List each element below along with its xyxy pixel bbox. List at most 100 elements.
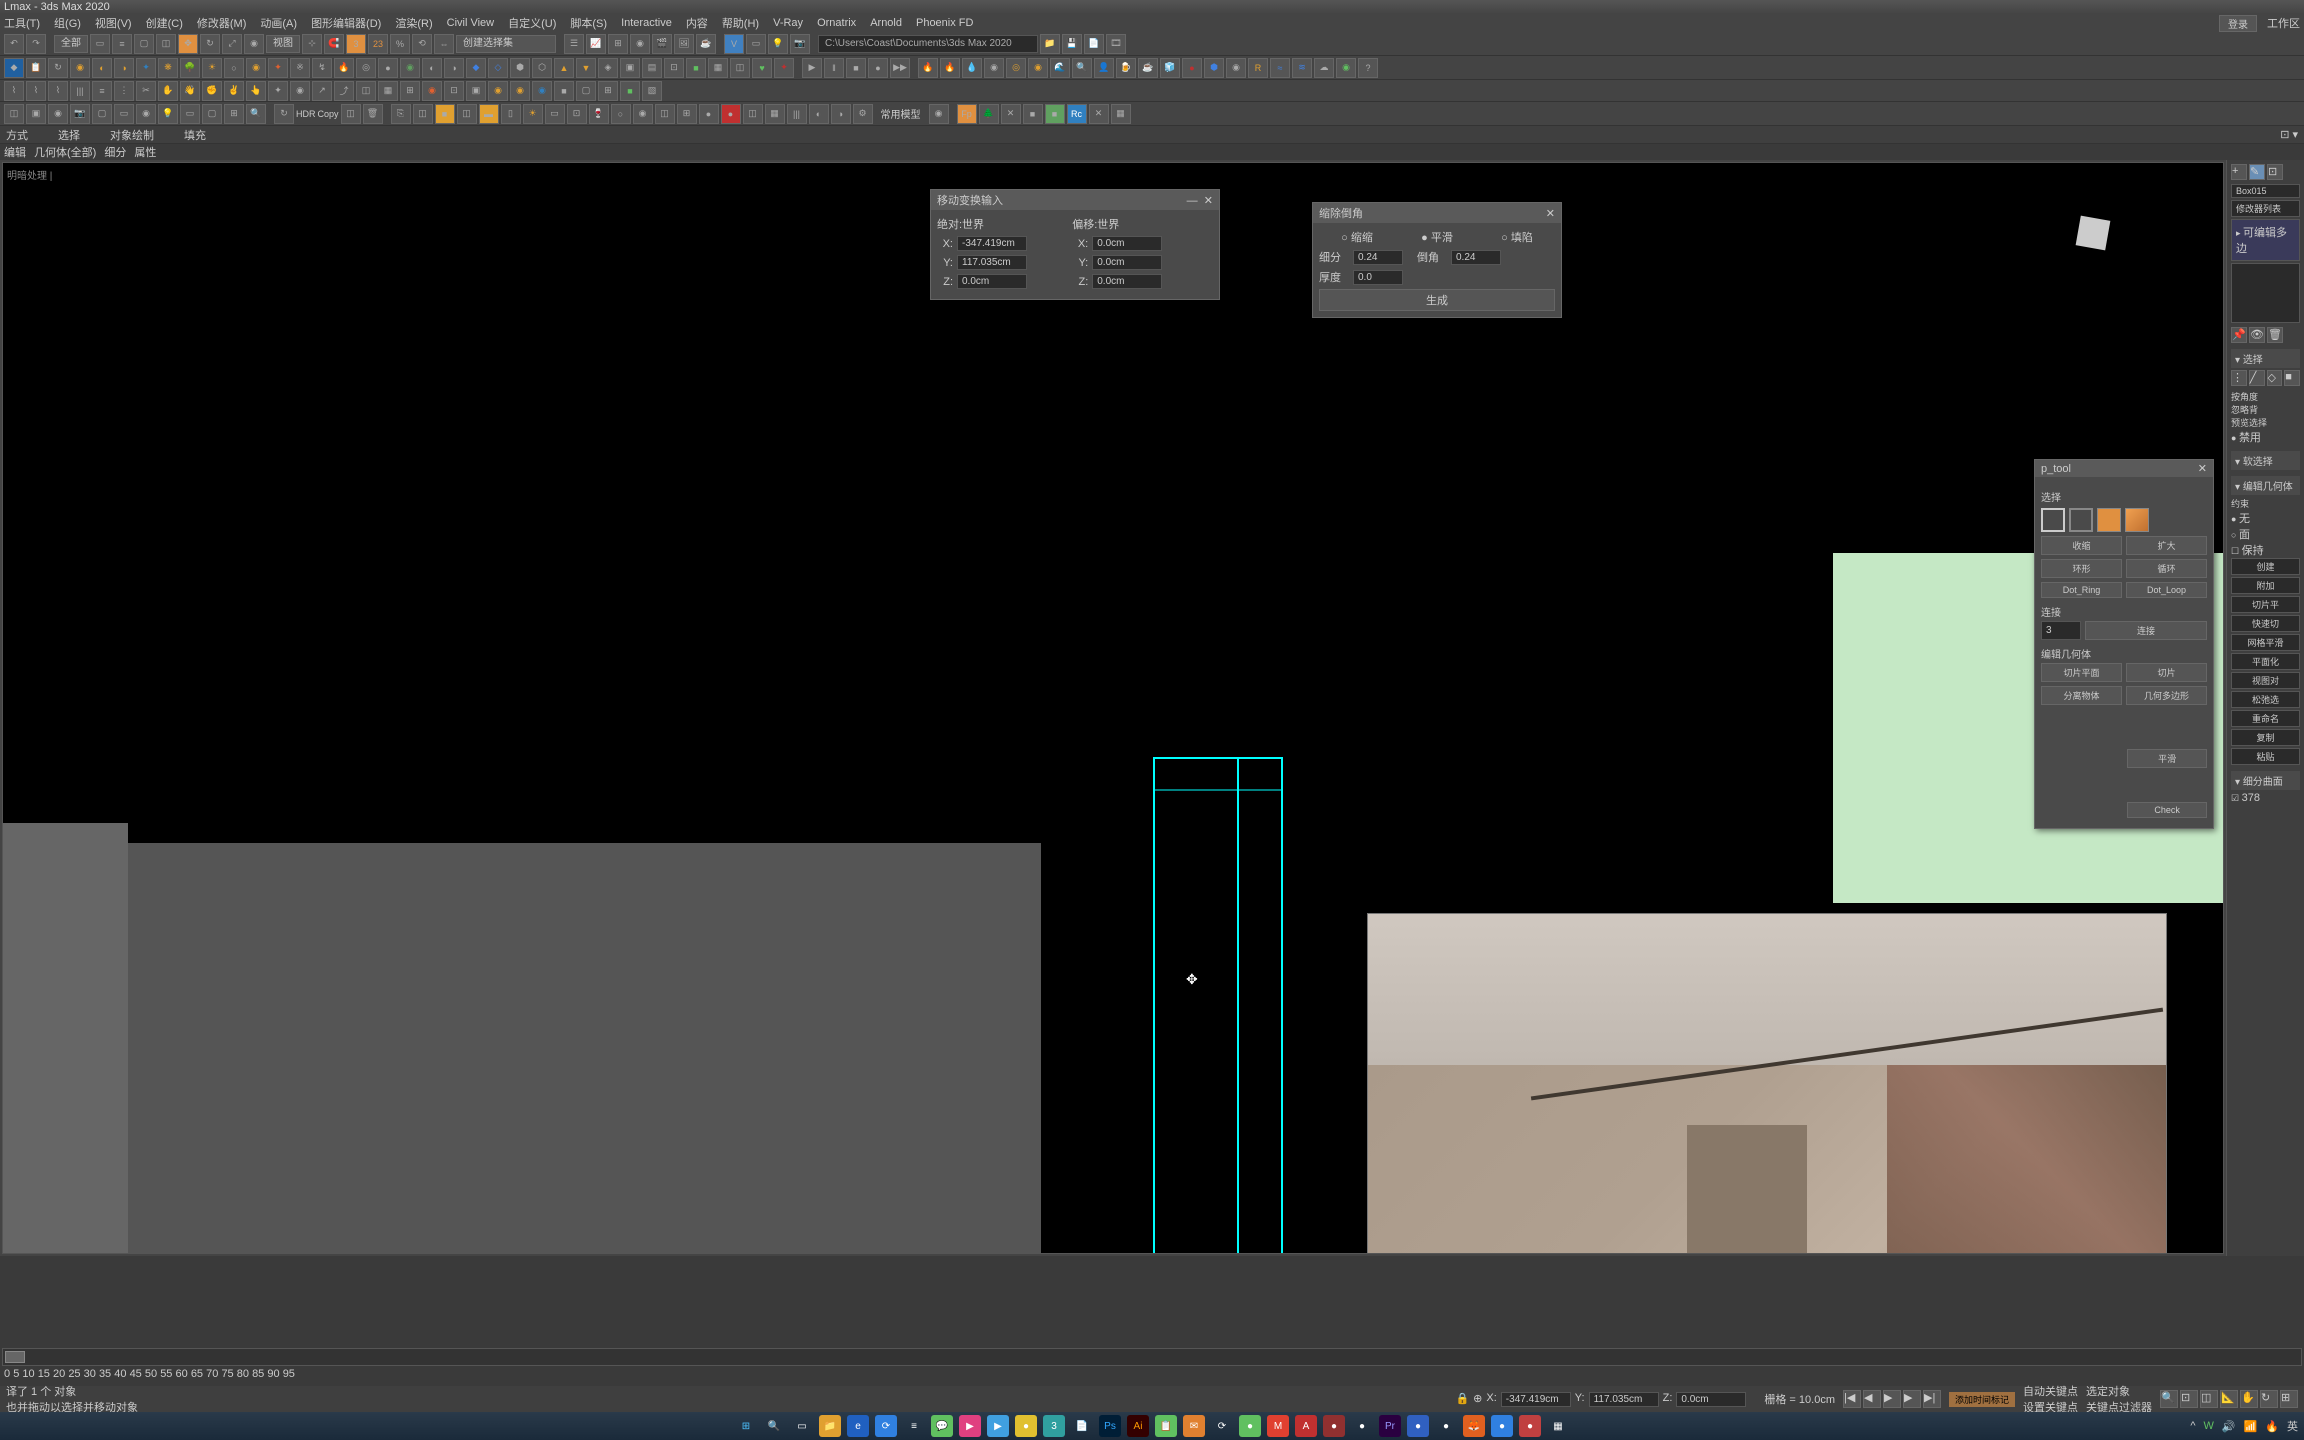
planar-button[interactable]: 平面化 <box>2231 653 2300 670</box>
app-icon[interactable]: ≡ <box>903 1415 925 1437</box>
plugin-icon[interactable]: ♥ <box>752 58 772 78</box>
plugin-icon[interactable]: ◐ <box>92 58 112 78</box>
spinner-snap-icon[interactable]: ⟲ <box>412 34 432 54</box>
selected-geometry[interactable] <box>1153 757 1283 1254</box>
trash-icon[interactable]: 🗑 <box>2267 327 2283 343</box>
connect-spinner[interactable] <box>2041 621 2081 640</box>
phoenix-icon[interactable]: 🔥 <box>918 58 938 78</box>
abs-y-input[interactable] <box>957 255 1027 270</box>
field3-input[interactable] <box>1353 270 1403 285</box>
tool-icon[interactable]: ◉ <box>532 81 552 101</box>
menu-vray[interactable]: V-Ray <box>773 17 803 29</box>
viewport[interactable]: 明暗处理 | y ✥ <box>2 162 2224 1254</box>
app-icon[interactable]: 📋 <box>1155 1415 1177 1437</box>
tool-icon[interactable]: ○ <box>611 104 631 124</box>
hide-button[interactable]: 复制 <box>2231 729 2300 746</box>
preserve-check[interactable]: ☐ 保持 <box>2231 542 2300 558</box>
tool-icon[interactable]: ◉ <box>633 104 653 124</box>
phoenix-icon[interactable]: 🍺 <box>1116 58 1136 78</box>
tool-icon[interactable]: ● <box>699 104 719 124</box>
plugin-icon[interactable]: ✦ <box>136 58 156 78</box>
tool-icon[interactable]: ▦ <box>765 104 785 124</box>
tool-icon[interactable]: ◐ <box>809 104 829 124</box>
tool-icon[interactable]: 📷 <box>70 104 90 124</box>
tool-icon[interactable]: ✂ <box>136 81 156 101</box>
cut-button[interactable]: 切片 <box>2126 663 2207 682</box>
autocad-icon[interactable]: A <box>1295 1415 1317 1437</box>
tool-icon[interactable]: ✕ <box>1089 104 1109 124</box>
tool-icon[interactable]: ◫ <box>655 104 675 124</box>
plugin-icon[interactable]: ◫ <box>730 58 750 78</box>
ribbon-tab[interactable]: 选择 <box>58 127 80 143</box>
quickslice-button[interactable]: 快速切 <box>2231 615 2300 632</box>
plugin-icon[interactable]: ■ <box>686 58 706 78</box>
modify-tab-icon[interactable]: ✎ <box>2249 164 2265 180</box>
hierarchy-tab-icon[interactable]: ⊡ <box>2267 164 2283 180</box>
plugin-icon[interactable]: ▲ <box>554 58 574 78</box>
percent-snap-icon[interactable]: % <box>390 34 410 54</box>
phoenix-icon[interactable]: ● <box>1182 58 1202 78</box>
taskview-icon[interactable]: ▭ <box>791 1415 813 1437</box>
tool-icon[interactable]: ✦ <box>268 81 288 101</box>
zoom-icon[interactable]: 🔍 <box>2160 1390 2178 1408</box>
plugin-icon[interactable]: ◆ <box>466 58 486 78</box>
check-button[interactable]: Check <box>2127 802 2207 818</box>
tool-icon[interactable]: 🌲 <box>979 104 999 124</box>
poly-subobj-icon[interactable]: ■ <box>2284 370 2300 386</box>
schematic-icon[interactable]: ⊞ <box>608 34 628 54</box>
polyshape-button[interactable]: 几何多边形 <box>2126 686 2207 705</box>
tool-icon[interactable]: ◉ <box>422 81 442 101</box>
menu-scripting[interactable]: 脚本(S) <box>570 15 607 31</box>
menu-group[interactable]: 组(G) <box>54 15 81 31</box>
plugin-icon[interactable]: 🌳 <box>180 58 200 78</box>
models-label[interactable]: 常用模型 <box>881 106 921 121</box>
curve-editor-icon[interactable]: 📈 <box>586 34 606 54</box>
app-icon[interactable]: ● <box>1491 1415 1513 1437</box>
pause-icon[interactable]: ‖ <box>824 58 844 78</box>
menu-grapheditors[interactable]: 图形编辑器(D) <box>311 15 381 31</box>
field2-input[interactable] <box>1451 250 1501 265</box>
placement-icon[interactable]: ◉ <box>244 34 264 54</box>
lock-icon[interactable]: 🔒 <box>1455 1392 1469 1407</box>
phoenix-icon[interactable]: ◉ <box>1226 58 1246 78</box>
tool-icon[interactable]: ◫ <box>341 104 361 124</box>
phoenix-icon[interactable]: 💧 <box>962 58 982 78</box>
detach-button[interactable]: 分离物体 <box>2041 686 2122 705</box>
tool-icon[interactable]: 👋 <box>180 81 200 101</box>
menu-help[interactable]: 帮助(H) <box>722 15 759 31</box>
edge-icon[interactable]: e <box>847 1415 869 1437</box>
coord-mode-icon[interactable]: ⊕ <box>1473 1392 1482 1407</box>
start-icon[interactable]: ⊞ <box>735 1415 757 1437</box>
tool-icon[interactable]: ⤴ <box>334 81 354 101</box>
tool-icon[interactable]: ||| <box>70 81 90 101</box>
none-radio[interactable]: ● 无 <box>2231 510 2300 526</box>
move-transform-dialog[interactable]: 移动变换输入 — ✕ 绝对:世界 X: Y: Z: 偏移:世界 X: Y: Z: <box>930 189 1220 300</box>
tool-icon[interactable]: ⊞ <box>400 81 420 101</box>
plugin-icon[interactable]: ✦ <box>268 58 288 78</box>
premiere-icon[interactable]: Pr <box>1379 1415 1401 1437</box>
tool-icon[interactable]: ✋ <box>158 81 178 101</box>
face-radio[interactable]: ○ 面 <box>2231 526 2300 542</box>
plugin-icon[interactable]: ☀ <box>202 58 222 78</box>
tray-icon[interactable]: ^ <box>2190 1420 2195 1432</box>
phoenix-icon[interactable]: 👤 <box>1094 58 1114 78</box>
pivot-icon[interactable]: ⊹ <box>302 34 322 54</box>
phoenix-icon[interactable]: ◉ <box>1028 58 1048 78</box>
move-icon[interactable]: ✥ <box>178 34 198 54</box>
menu-tools[interactable]: 工具(T) <box>4 15 40 31</box>
tool-icon[interactable]: ■ <box>554 81 574 101</box>
render-frame-icon[interactable]: 🖼 <box>674 34 694 54</box>
close-icon[interactable]: ✕ <box>2198 462 2207 475</box>
login-button[interactable]: 登录 <box>2219 15 2257 32</box>
system-tray[interactable]: ^ W 🔊 📶 🔥 英 <box>2190 1418 2298 1434</box>
menu-animation[interactable]: 动画(A) <box>260 15 297 31</box>
status-y-input[interactable] <box>1589 1392 1659 1407</box>
app-icon[interactable]: ⟳ <box>1211 1415 1233 1437</box>
tool-icon[interactable]: 🔍 <box>246 104 266 124</box>
plugin-icon[interactable]: ⬢ <box>510 58 530 78</box>
ribbon-collapse-icon[interactable]: ⊡ ▾ <box>2280 129 2298 141</box>
phoenix-icon[interactable]: ≋ <box>1292 58 1312 78</box>
tool-icon[interactable]: ▣ <box>26 104 46 124</box>
next-icon[interactable]: ▶▶ <box>890 58 910 78</box>
tool-icon[interactable]: ⊞ <box>598 81 618 101</box>
